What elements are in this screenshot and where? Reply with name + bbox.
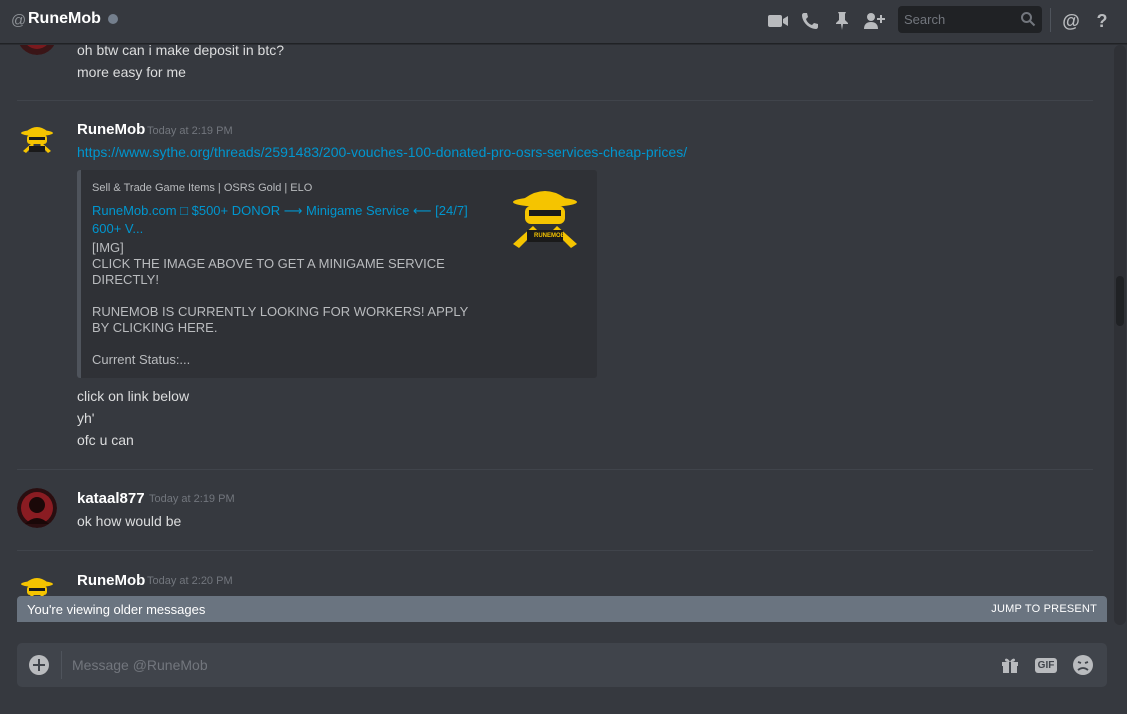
channel-header: @ RuneMob Search @ ? xyxy=(0,0,1127,44)
gif-icon[interactable]: GIF xyxy=(1034,654,1058,676)
mention-icon[interactable]: @ xyxy=(1059,9,1083,33)
voice-call-icon[interactable] xyxy=(798,9,822,33)
message-timestamp: Today at 2:20 PM xyxy=(147,575,233,587)
message-text: yh' xyxy=(77,410,95,426)
older-messages-text: You're viewing older messages xyxy=(27,602,206,617)
status-indicator xyxy=(108,14,118,24)
message-divider xyxy=(17,550,1093,551)
message-composer: Message @RuneMob GIF xyxy=(17,643,1107,687)
message-group: kataal877 Today at 2:19 PM ok how would … xyxy=(0,488,1112,548)
scrollbar-thumb[interactable] xyxy=(1116,276,1124,326)
older-messages-bar: You're viewing older messages JUMP TO PR… xyxy=(17,596,1107,622)
jump-to-present-button[interactable]: JUMP TO PRESENT xyxy=(991,603,1097,615)
message-group: oh btw can i make deposit in btc? more e… xyxy=(0,45,1112,105)
message-list: oh btw can i make deposit in btc? more e… xyxy=(0,45,1112,625)
at-symbol: @ xyxy=(11,12,27,29)
message-text: click on link below xyxy=(77,388,190,404)
add-friend-icon[interactable] xyxy=(862,9,886,33)
gift-icon[interactable] xyxy=(999,654,1021,676)
message-text: ok how would be xyxy=(77,513,182,529)
message-input[interactable]: Message @RuneMob xyxy=(72,657,208,673)
emoji-icon[interactable] xyxy=(1072,654,1094,676)
message-author[interactable]: RuneMob xyxy=(77,121,145,138)
embed-thumbnail-label: RUNEMOB xyxy=(534,233,565,239)
embed-description: [IMG] CLICK THE IMAGE ABOVE TO GET A MIN… xyxy=(92,240,469,367)
message-divider xyxy=(17,469,1093,470)
upload-plus-icon[interactable] xyxy=(29,655,49,675)
scrollbar-track[interactable] xyxy=(1114,45,1126,625)
gif-label: GIF xyxy=(1034,657,1058,673)
message-author[interactable]: kataal877 xyxy=(77,490,145,507)
avatar[interactable] xyxy=(17,121,57,161)
message-group: RuneMob Today at 2:19 PM https://www.syt… xyxy=(0,118,1112,478)
message-author[interactable]: RuneMob xyxy=(77,572,145,589)
message-timestamp: Today at 2:19 PM xyxy=(147,125,233,137)
avatar[interactable] xyxy=(17,45,57,55)
message-text: more easy for me xyxy=(77,64,186,80)
message-divider xyxy=(17,100,1093,101)
embed-thumbnail[interactable]: RUNEMOB xyxy=(505,182,585,262)
message-timestamp: Today at 2:19 PM xyxy=(149,493,235,505)
avatar[interactable] xyxy=(17,488,57,528)
message-text: ofc u can xyxy=(77,432,134,448)
header-divider xyxy=(1050,8,1051,32)
search-icon[interactable] xyxy=(1020,11,1036,32)
composer-divider xyxy=(61,651,62,679)
channel-title[interactable]: RuneMob xyxy=(28,10,101,28)
search-placeholder: Search xyxy=(904,12,946,27)
message-link[interactable]: https://www.sythe.org/threads/2591483/20… xyxy=(77,144,687,160)
help-icon[interactable]: ? xyxy=(1090,9,1114,33)
pin-icon[interactable] xyxy=(830,9,854,33)
video-call-icon[interactable] xyxy=(766,9,790,33)
message-text: oh btw can i make deposit in btc? xyxy=(77,45,285,58)
embed-provider[interactable]: Sell & Trade Game Items | OSRS Gold | EL… xyxy=(92,182,312,194)
embed-title[interactable]: RuneMob.com □ $500+ DONOR ⟶ Minigame Ser… xyxy=(92,202,482,238)
search-box[interactable]: Search xyxy=(898,6,1042,33)
link-embed: Sell & Trade Game Items | OSRS Gold | EL… xyxy=(77,170,597,378)
